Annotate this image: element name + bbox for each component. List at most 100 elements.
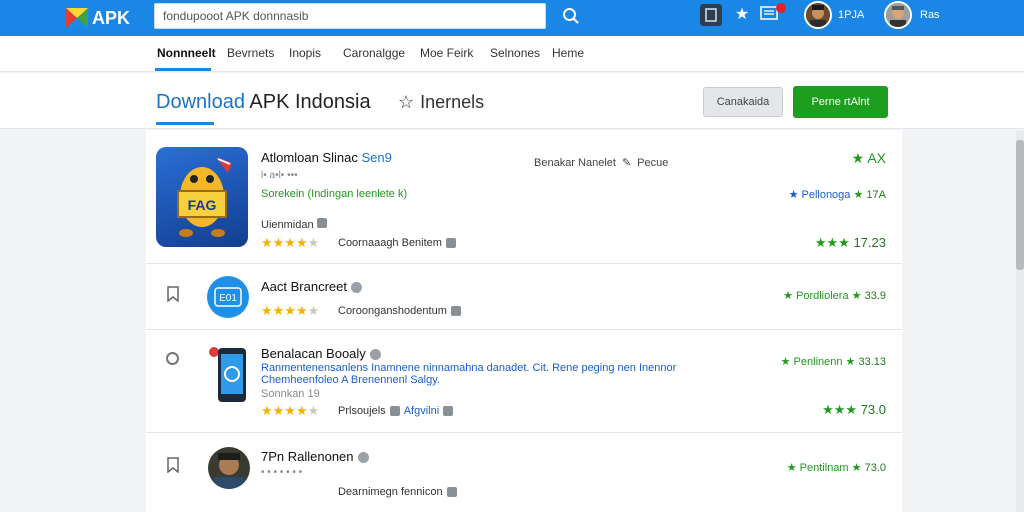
nav-active-indicator — [155, 68, 211, 71]
app-name[interactable]: Aact Brancreet — [261, 279, 362, 294]
nav-item-home[interactable]: Nonnneelt — [157, 46, 216, 60]
stat-value: 73.0 — [864, 462, 886, 474]
app-score: ★★★ 73.0 — [822, 402, 886, 417]
main-nav: Nonnneelt Bevrnets Inopis Caronalgge Moe… — [0, 36, 1024, 72]
category-tag[interactable]: Afgvilni — [404, 405, 439, 417]
stat-label: Pordliolera — [796, 290, 849, 302]
scrollbar-thumb[interactable] — [1016, 140, 1024, 270]
list-item[interactable]: Benalacan Booaly Ranmentenensanlens Inam… — [146, 330, 902, 433]
interest-link[interactable]: ☆ Inernels — [398, 92, 484, 113]
bookmark-icon[interactable] — [166, 286, 180, 302]
app-meta: • • • • • • • — [261, 467, 303, 478]
rating-stars: ★★★★★ — [261, 403, 320, 418]
info-icon — [443, 406, 454, 416]
favorites-button[interactable]: ★ — [732, 4, 752, 26]
verified-icon — [316, 218, 327, 228]
score-value: 73.0 — [860, 402, 886, 417]
select-radio[interactable] — [166, 352, 179, 365]
primary-button[interactable]: Perne rtAlnt — [793, 86, 888, 118]
category-text: Coroonganshodentum — [338, 305, 447, 317]
page-title: Download APK Indonsia — [156, 91, 371, 114]
info-icon — [445, 238, 456, 248]
app-name-text: Benalacan Booaly — [261, 346, 366, 361]
app-name-tag: Sen9 — [361, 150, 392, 165]
person-avatar-icon — [208, 447, 250, 489]
square-icon — [705, 8, 717, 22]
tag-icon — [389, 406, 400, 416]
dev-label-extra: Pecue — [637, 156, 669, 169]
app-name-text: Aact Brancreet — [261, 279, 347, 294]
app-category: Coornaaagh Benitem — [338, 237, 456, 249]
app-logo-icon: E01 — [214, 287, 242, 307]
notification-badge — [776, 3, 786, 13]
rating-stars: ★★★★★ — [261, 235, 320, 250]
top-bar: APK ★ 1PJA Ras — [0, 0, 1024, 36]
page-title-highlight: Download — [156, 91, 245, 113]
app-score: ★★★ 17.23 — [814, 235, 886, 250]
stat-label: Penlinenn — [793, 356, 843, 368]
category-text: Prlsoujels — [338, 405, 386, 417]
app-stat: ★ Penlinenn ★ 33.13 — [780, 356, 886, 368]
score-value: 17.23 — [853, 235, 886, 250]
user-meta: 1PJA — [838, 9, 865, 21]
list-item[interactable]: E01 Aact Brancreet ★★★★★ Coroonganshoden… — [146, 264, 902, 330]
app-subtitle: Sorekein (Indingan leenlete k) — [261, 188, 408, 200]
rating-top-value: AX — [867, 150, 886, 166]
logo[interactable]: APK — [64, 4, 130, 32]
star-icon: ★ — [734, 6, 750, 23]
search-button[interactable] — [556, 4, 586, 28]
app-developer: Sonnkan 19 — [261, 388, 320, 400]
logo-text: APK — [92, 7, 131, 28]
user-avatar-icon — [806, 3, 830, 27]
avatar[interactable] — [804, 1, 832, 29]
stat-value: 17A — [866, 189, 886, 201]
nav-item-selections[interactable]: Selnones — [490, 46, 540, 60]
title-underline — [156, 122, 214, 125]
app-category: Prlsoujels Afgvilni — [338, 405, 454, 417]
stat-label: Pellonoga — [801, 189, 851, 201]
nav-item-heme[interactable]: Heme — [552, 46, 584, 60]
stat-value: 33.13 — [858, 356, 886, 368]
star-outline-icon: ☆ — [398, 92, 415, 112]
user-avatar-icon — [886, 3, 910, 27]
app-list: FAG Atlomloan Slinac Sen9 l• a•l• ••• So… — [146, 130, 902, 512]
secondary-button[interactable]: Canakaida — [703, 87, 783, 117]
category-text: Dearnimegn fennicon — [338, 486, 443, 498]
stat-value: 33.9 — [864, 290, 886, 302]
app-name[interactable]: Atlomloan Slinac Sen9 — [261, 150, 392, 165]
dev-label-text: Benakar Nanelet — [534, 156, 616, 169]
title-bar: Download APK Indonsia ☆ Inernels Canakai… — [0, 73, 1024, 129]
edit-icon: ✎ — [621, 157, 632, 169]
list-item[interactable]: 7Pn Rallenonen • • • • • • • Dearnimegn … — [146, 433, 902, 512]
app-name-text: 7Pn Rallenonen — [261, 449, 354, 464]
app-developer: Uienmidan — [261, 218, 327, 231]
nav-item-more[interactable]: Moe Feirk — [420, 46, 473, 60]
app-icon — [208, 447, 250, 489]
app-stat: ★ Pentilnam ★ 73.0 — [786, 462, 886, 474]
svg-text:FAG: FAG — [188, 197, 217, 213]
nav-item-events[interactable]: Bevrnets — [227, 46, 274, 60]
svg-text:E01: E01 — [219, 293, 237, 304]
app-description: Ranmentenensanlens Inamnene ninnamahna d… — [261, 362, 677, 386]
app-name[interactable]: Benalacan Booaly — [261, 346, 381, 361]
list-item[interactable]: FAG Atlomloan Slinac Sen9 l• a•l• ••• So… — [146, 130, 902, 264]
app-icon — [208, 344, 250, 406]
app-name-text: Atlomloan Slinac — [261, 150, 358, 165]
page-title-rest: APK Indonsia — [244, 91, 371, 113]
phone-icon — [209, 347, 246, 402]
verified-icon — [351, 282, 362, 294]
info-icon — [446, 487, 457, 497]
search-input[interactable] — [154, 3, 546, 29]
stat-label: Pentilnam — [799, 462, 849, 474]
developer-label[interactable]: Benakar Nanelet ✎ Pecue — [534, 156, 669, 170]
user-name[interactable]: Ras — [920, 9, 940, 21]
nav-item-topics[interactable]: Inopis — [289, 46, 321, 60]
search-icon — [563, 8, 579, 24]
nav-item-categories[interactable]: Caronalgge — [343, 46, 405, 60]
avatar-secondary[interactable] — [884, 1, 912, 29]
interest-label: Inernels — [420, 92, 485, 112]
app-name[interactable]: 7Pn Rallenonen — [261, 449, 369, 464]
apps-button[interactable] — [700, 4, 722, 26]
notifications-button[interactable] — [760, 3, 786, 25]
bookmark-icon[interactable] — [166, 457, 180, 473]
